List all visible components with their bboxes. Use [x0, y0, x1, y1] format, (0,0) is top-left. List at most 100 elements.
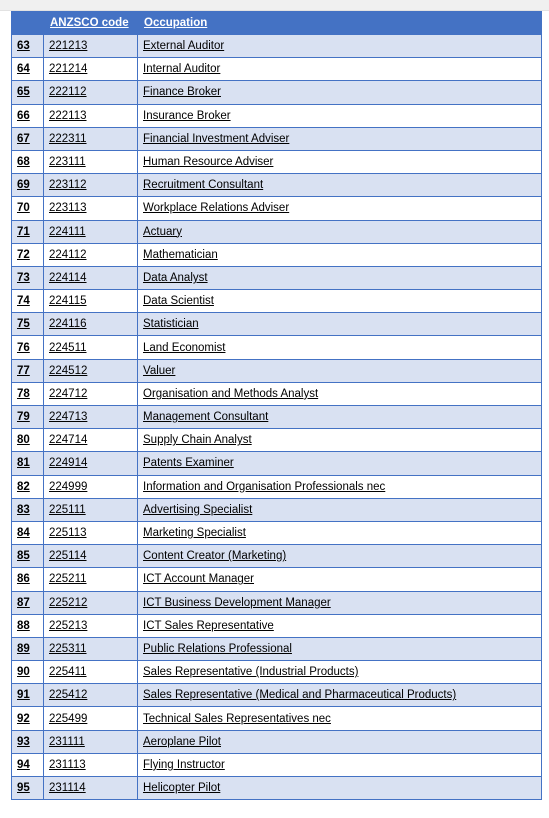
table-row[interactable]: 84 225113 Marketing Specialist	[11, 520, 542, 546]
occupation-cell[interactable]: Financial Investment Adviser	[137, 126, 542, 151]
anzsco-code-cell[interactable]: 224914	[43, 451, 138, 476]
anzsco-code-cell[interactable]: 224714	[43, 428, 138, 453]
occupation-cell[interactable]: Management Consultant	[137, 404, 542, 430]
anzsco-code-cell[interactable]: 221213	[43, 33, 138, 59]
occupation-cell[interactable]: Content Creator (Marketing)	[137, 544, 542, 569]
table-row[interactable]: 91 225412 Sales Representative (Medical an…	[11, 683, 542, 708]
anzsco-code-cell[interactable]: 224112	[43, 242, 138, 267]
occupation-cell[interactable]: Land Economist	[137, 335, 542, 360]
occupation-cell[interactable]: Advertising Specialist	[137, 497, 542, 522]
table-row[interactable]: 75 224116 Statistician	[11, 312, 542, 337]
anzsco-code-cell[interactable]: 224512	[43, 358, 138, 383]
table-row[interactable]: 67 222311 Financial Investment Adviser	[11, 126, 542, 151]
anzsco-code-cell[interactable]: 224511	[43, 335, 138, 360]
occupation-cell[interactable]: ICT Account Manager	[137, 567, 542, 592]
table-row[interactable]: 80 224714 Supply Chain Analyst	[11, 428, 542, 453]
occupation-cell[interactable]: Internal Auditor	[137, 57, 542, 82]
table-row[interactable]: 92 225499 Technical Sales Representatives …	[11, 706, 542, 731]
anzsco-code-cell[interactable]: 223113	[43, 196, 138, 221]
occupation-cell[interactable]: Finance Broker	[137, 80, 542, 105]
anzsco-code-cell[interactable]: 225211	[43, 567, 138, 592]
occupation-cell[interactable]: Human Resource Adviser	[137, 149, 542, 175]
anzsco-code-cell[interactable]: 224114	[43, 265, 138, 291]
table-row[interactable]: 73 224114 Data Analyst	[11, 265, 542, 291]
anzsco-code-cell[interactable]: 225114	[43, 544, 138, 569]
anzsco-code-cell[interactable]: 225213	[43, 613, 138, 638]
occupation-cell[interactable]: Recruitment Consultant	[137, 173, 542, 198]
occupation-cell[interactable]: Workplace Relations Adviser	[137, 196, 542, 221]
anzsco-code-cell[interactable]: 222112	[43, 80, 138, 105]
table-row[interactable]: 78 224712 Organisation and Methods Analyst	[11, 381, 542, 407]
anzsco-code-cell[interactable]: 225499	[43, 706, 138, 731]
occupation-cell[interactable]: Public Relations Professional	[137, 636, 542, 662]
table-row[interactable]: 93 231111 Aeroplane Pilot	[11, 729, 542, 754]
table-row[interactable]: 65 222112 Finance Broker	[11, 80, 542, 105]
table-row[interactable]: 71 224111 Actuary	[11, 219, 542, 244]
table-row[interactable]: 83 225111 Advertising Specialist	[11, 497, 542, 522]
anzsco-code-cell[interactable]: 225113	[43, 520, 138, 546]
column-header-rownum[interactable]	[11, 11, 44, 35]
occupation-cell[interactable]: Helicopter Pilot	[137, 775, 542, 801]
occupation-cell[interactable]: Technical Sales Representatives nec	[137, 706, 542, 731]
anzsco-code-cell[interactable]: 223111	[43, 149, 138, 175]
anzsco-code-cell[interactable]: 231113	[43, 752, 138, 778]
table-row[interactable]: 89 225311 Public Relations Professional	[11, 636, 542, 662]
occupation-cell[interactable]: External Auditor	[137, 33, 542, 59]
occupation-cell[interactable]: ICT Business Development Manager	[137, 590, 542, 615]
anzsco-code-cell[interactable]: 225212	[43, 590, 138, 615]
table-row[interactable]: 82 224999 Information and Organisation Pro…	[11, 474, 542, 499]
anzsco-code-cell[interactable]: 221214	[43, 57, 138, 82]
table-row[interactable]: 95 231114 Helicopter Pilot	[11, 775, 542, 801]
table-row[interactable]: 87 225212 ICT Business Development Manager	[11, 590, 542, 615]
occupation-cell[interactable]: Aeroplane Pilot	[137, 729, 542, 754]
anzsco-code-cell[interactable]: 222311	[43, 126, 138, 151]
table-row[interactable]: 69 223112 Recruitment Consultant	[11, 173, 542, 198]
table-row[interactable]: 90 225411 Sales Representative (Industrial…	[11, 660, 542, 685]
anzsco-code-cell[interactable]: 231114	[43, 775, 138, 801]
anzsco-code-cell[interactable]: 224999	[43, 474, 138, 499]
table-row[interactable]: 72 224112 Mathematician	[11, 242, 542, 267]
anzsco-code-cell[interactable]: 225311	[43, 636, 138, 662]
anzsco-code-cell[interactable]: 225412	[43, 683, 138, 708]
table-row[interactable]: 74 224115 Data Scientist	[11, 289, 542, 314]
anzsco-code-cell[interactable]: 223112	[43, 173, 138, 198]
occupation-cell[interactable]: Mathematician	[137, 242, 542, 267]
anzsco-code-cell[interactable]: 224115	[43, 289, 138, 314]
occupation-cell[interactable]: Flying Instructor	[137, 752, 542, 778]
anzsco-code-cell[interactable]: 231111	[43, 729, 138, 754]
anzsco-code-cell[interactable]: 225111	[43, 497, 138, 522]
table-row[interactable]: 85 225114 Content Creator (Marketing)	[11, 544, 542, 569]
occupation-cell[interactable]: Organisation and Methods Analyst	[137, 381, 542, 407]
occupation-cell[interactable]: ICT Sales Representative	[137, 613, 542, 638]
column-header-occupation[interactable]: Occupation	[137, 11, 542, 35]
anzsco-code-cell[interactable]: 224712	[43, 381, 138, 407]
table-row[interactable]: 66 222113 Insurance Broker	[11, 103, 542, 128]
anzsco-code-cell[interactable]: 224111	[43, 219, 138, 244]
occupation-cell[interactable]: Supply Chain Analyst	[137, 428, 542, 453]
occupation-cell[interactable]: Valuer	[137, 358, 542, 383]
occupation-cell[interactable]: Patents Examiner	[137, 451, 542, 476]
table-row[interactable]: 81 224914 Patents Examiner	[11, 451, 542, 476]
anzsco-code-cell[interactable]: 222113	[43, 103, 138, 128]
table-row[interactable]: 77 224512 Valuer	[11, 358, 542, 383]
table-row[interactable]: 68 223111 Human Resource Adviser	[11, 149, 542, 175]
table-row[interactable]: 64 221214 Internal Auditor	[11, 57, 542, 82]
occupation-cell[interactable]: Sales Representative (Medical and Pharma…	[137, 683, 542, 708]
table-row[interactable]: 63 221213 External Auditor	[11, 33, 542, 59]
anzsco-code-cell[interactable]: 224116	[43, 312, 138, 337]
column-header-anzsco-code[interactable]: ANZSCO code	[43, 11, 138, 35]
table-row[interactable]: 88 225213 ICT Sales Representative	[11, 613, 542, 638]
occupation-cell[interactable]: Actuary	[137, 219, 542, 244]
table-row[interactable]: 94 231113 Flying Instructor	[11, 752, 542, 778]
table-row[interactable]: 86 225211 ICT Account Manager	[11, 567, 542, 592]
anzsco-code-cell[interactable]: 225411	[43, 660, 138, 685]
occupation-cell[interactable]: Data Scientist	[137, 289, 542, 314]
occupation-cell[interactable]: Insurance Broker	[137, 103, 542, 128]
occupation-cell[interactable]: Information and Organisation Professiona…	[137, 474, 542, 499]
table-row[interactable]: 70 223113 Workplace Relations Adviser	[11, 196, 542, 221]
occupation-cell[interactable]: Sales Representative (Industrial Product…	[137, 660, 542, 685]
occupation-cell[interactable]: Marketing Specialist	[137, 520, 542, 546]
table-row[interactable]: 79 224713 Management Consultant	[11, 404, 542, 430]
occupation-cell[interactable]: Data Analyst	[137, 265, 542, 291]
occupation-cell[interactable]: Statistician	[137, 312, 542, 337]
